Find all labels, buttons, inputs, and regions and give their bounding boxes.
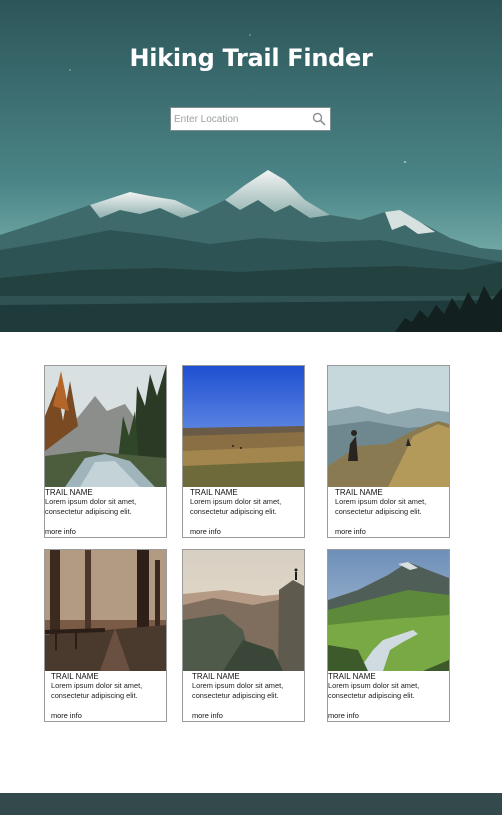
trail-name: TRAIL NAME	[328, 672, 376, 681]
page-title: Hiking Trail Finder	[129, 44, 373, 72]
more-info-link[interactable]: more info	[45, 527, 76, 536]
trail-name: TRAIL NAME	[51, 672, 99, 681]
trail-description: Lorem ipsum dolor sit amet, consectetur …	[51, 681, 143, 700]
more-info-link[interactable]: more info	[190, 527, 221, 536]
location-search-box[interactable]	[170, 107, 331, 131]
trail-name: TRAIL NAME	[335, 488, 383, 497]
trail-photo	[45, 550, 166, 671]
trail-name: TRAIL NAME	[190, 488, 238, 497]
more-info-link[interactable]: more info	[192, 711, 223, 720]
trail-description: Lorem ipsum dolor sit amet, consectetur …	[328, 681, 420, 700]
trail-card[interactable]: TRAIL NAME Lorem ipsum dolor sit amet, c…	[44, 549, 167, 722]
trail-description: Lorem ipsum dolor sit amet, consectetur …	[192, 681, 284, 700]
trail-card[interactable]: TRAIL NAME Lorem ipsum dolor sit amet, c…	[44, 365, 167, 538]
trail-card[interactable]: TRAIL NAME Lorem ipsum dolor sit amet, c…	[182, 549, 305, 722]
hero-banner: Hiking Trail Finder	[0, 0, 502, 332]
trail-photo	[328, 550, 449, 671]
trail-photo	[328, 366, 449, 487]
trail-description: Lorem ipsum dolor sit amet, consectetur …	[335, 497, 427, 516]
more-info-link[interactable]: more info	[51, 711, 82, 720]
trail-card-grid: TRAIL NAME Lorem ipsum dolor sit amet, c…	[0, 332, 502, 792]
trail-name: TRAIL NAME	[192, 672, 240, 681]
footer-bar	[0, 793, 502, 815]
trail-description: Lorem ipsum dolor sit amet, consectetur …	[190, 497, 282, 516]
trail-photo	[183, 366, 304, 487]
trail-photo	[45, 366, 166, 487]
trail-card[interactable]: TRAIL NAME Lorem ipsum dolor sit amet, c…	[327, 365, 450, 538]
search-icon[interactable]	[312, 112, 326, 126]
trail-name: TRAIL NAME	[45, 488, 93, 497]
trail-description: Lorem ipsum dolor sit amet, consectetur …	[45, 497, 137, 516]
trail-card[interactable]: TRAIL NAME Lorem ipsum dolor sit amet, c…	[182, 365, 305, 538]
location-search-input[interactable]	[174, 110, 309, 128]
trail-photo	[183, 550, 304, 671]
more-info-link[interactable]: more info	[335, 527, 366, 536]
trail-card[interactable]: TRAIL NAME Lorem ipsum dolor sit amet, c…	[327, 549, 450, 722]
more-info-link[interactable]: more info	[328, 711, 359, 720]
